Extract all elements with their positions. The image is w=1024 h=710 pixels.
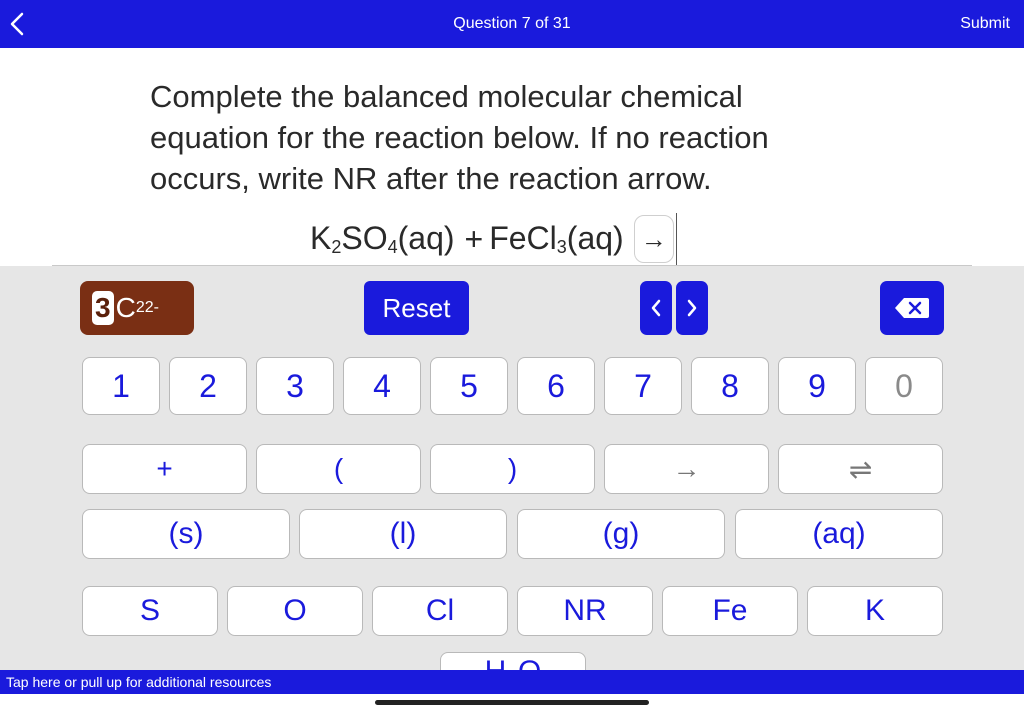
key-4[interactable]: 4 [343, 357, 421, 415]
key-state-liquid[interactable]: (l) [299, 509, 507, 559]
chemical-equation: K2SO4(aq) + FeCl3(aq) → [310, 213, 678, 265]
key-nr[interactable]: NR [517, 586, 653, 636]
chemistry-keypad: 3 C 2 2- Reset 1 2 3 4 5 6 7 8 9 0 + ( )… [0, 266, 1024, 670]
backspace-icon [895, 298, 929, 318]
key-8[interactable]: 8 [691, 357, 769, 415]
cursor-right-button[interactable] [676, 281, 708, 335]
key-element-o[interactable]: O [227, 586, 363, 636]
key-close-paren[interactable]: ) [430, 444, 595, 494]
key-state-gas[interactable]: (g) [517, 509, 725, 559]
key-6[interactable]: 6 [517, 357, 595, 415]
plus-sign: + [464, 220, 484, 257]
preview-coefficient: 3 [92, 291, 114, 325]
key-9[interactable]: 9 [778, 357, 856, 415]
key-7[interactable]: 7 [604, 357, 682, 415]
key-element-fe[interactable]: Fe [662, 586, 798, 636]
key-equilibrium[interactable]: ⇌ [778, 444, 943, 494]
key-arrow[interactable]: → [604, 444, 769, 494]
preview-charge: 2- [144, 299, 159, 316]
chevron-right-icon [687, 299, 697, 317]
delete-button[interactable] [880, 281, 944, 335]
resources-bar[interactable]: Tap here or pull up for additional resou… [0, 670, 1024, 694]
home-indicator[interactable] [375, 700, 649, 705]
submit-button[interactable]: Submit [960, 15, 1010, 33]
key-5[interactable]: 5 [430, 357, 508, 415]
preview-element: C [115, 292, 136, 323]
key-element-k[interactable]: K [807, 586, 943, 636]
key-state-aqueous[interactable]: (aq) [735, 509, 943, 559]
key-3[interactable]: 3 [256, 357, 334, 415]
key-state-solid[interactable]: (s) [82, 509, 290, 559]
reactant-k2so4: K2SO4(aq) [310, 220, 455, 257]
reaction-arrow[interactable]: → [633, 215, 674, 263]
key-plus[interactable]: + [82, 444, 247, 494]
key-element-s[interactable]: S [82, 586, 218, 636]
chevron-left-icon [651, 299, 661, 317]
reset-button[interactable]: Reset [364, 281, 469, 335]
key-element-cl[interactable]: Cl [372, 586, 508, 636]
cursor-left-button[interactable] [640, 281, 672, 335]
key-1[interactable]: 1 [82, 357, 160, 415]
reactant-fecl3: FeCl3(aq) [489, 220, 624, 257]
preview-subscript: 2 [135, 299, 145, 316]
page-title: Question 7 of 31 [453, 15, 571, 32]
key-2[interactable]: 2 [169, 357, 247, 415]
key-open-paren[interactable]: ( [256, 444, 421, 494]
species-preview: 3 C 2 2- [80, 281, 194, 335]
key-0[interactable]: 0 [865, 357, 943, 415]
top-bar: Question 7 of 31 Submit [0, 0, 1024, 48]
question-text: Complete the balanced molecular chemical… [150, 79, 769, 196]
input-cursor [675, 213, 678, 265]
key-water[interactable]: H₂O [440, 652, 586, 670]
